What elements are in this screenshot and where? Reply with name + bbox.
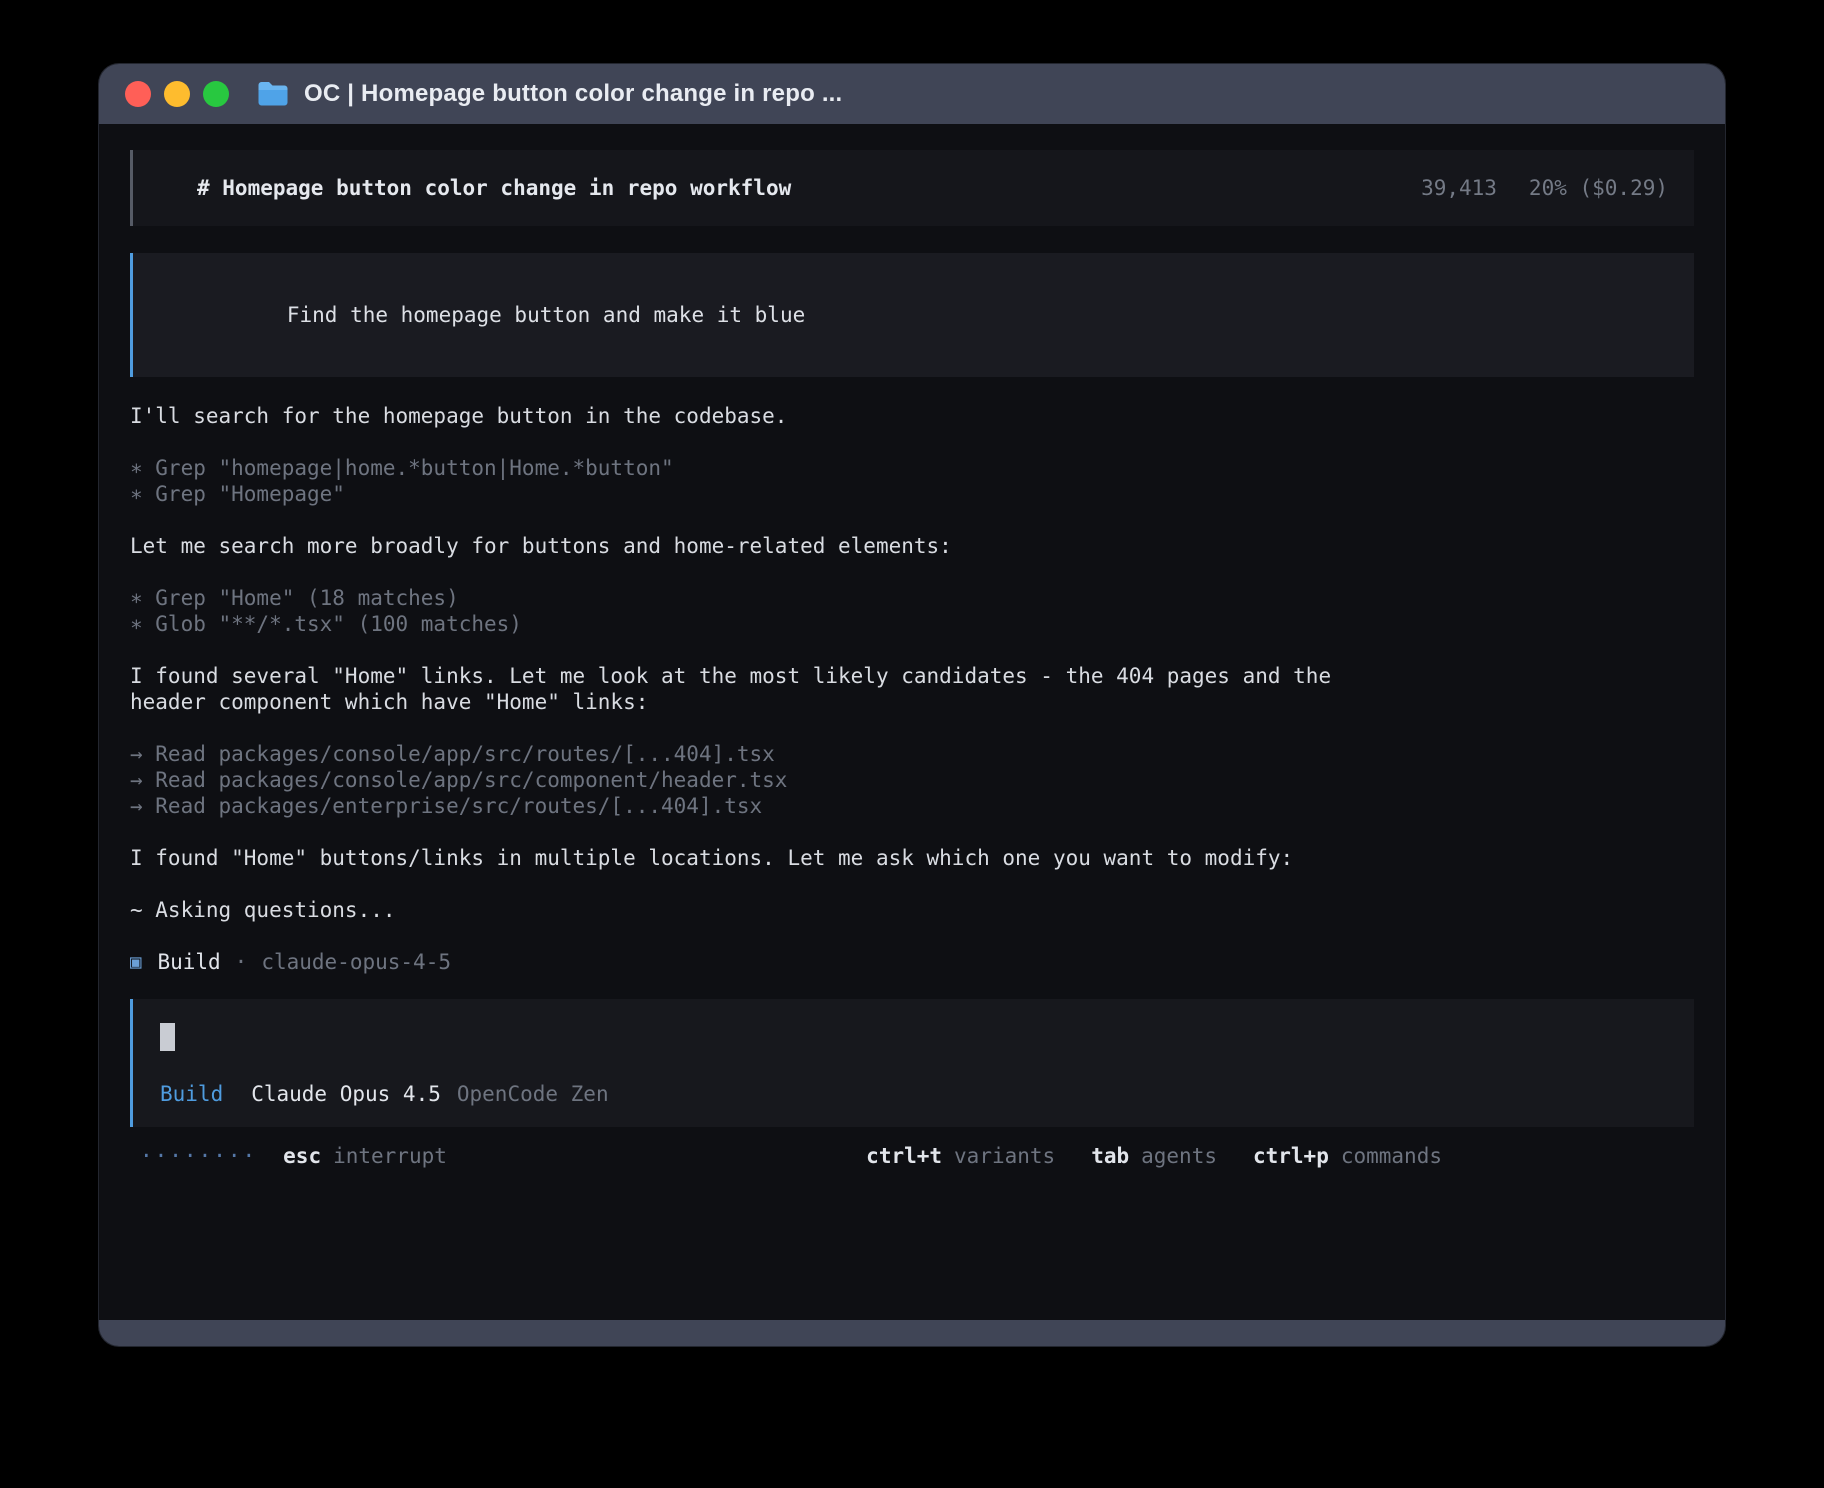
assistant-message: I'll search for the homepage button in t… bbox=[130, 403, 1694, 429]
esc-key-hint: esc bbox=[283, 1143, 321, 1169]
agent-name: Build bbox=[157, 949, 220, 975]
titlebar[interactable]: OC | Homepage button color change in rep… bbox=[99, 64, 1725, 124]
assistant-message: Let me search more broadly for buttons a… bbox=[130, 533, 1694, 559]
window-bottom-chrome bbox=[99, 1320, 1725, 1346]
session-stats: 39,413 20% ($0.29) bbox=[1421, 175, 1668, 201]
shortcut-commands: ctrl+p commands bbox=[1253, 1143, 1442, 1169]
text-cursor bbox=[160, 1023, 175, 1051]
zoom-button[interactable] bbox=[203, 81, 229, 107]
input-meta-row: Build Claude Opus 4.5 OpenCode Zen bbox=[160, 1081, 1668, 1107]
agent-status-line: ▣ Build · claude-opus-4-5 bbox=[130, 949, 1694, 975]
agent-square-icon: ▣ bbox=[130, 949, 141, 975]
context-usage: 20% ($0.29) bbox=[1529, 175, 1668, 201]
minimize-button[interactable] bbox=[164, 81, 190, 107]
assistant-status: ~ Asking questions... bbox=[130, 897, 1694, 923]
tool-call-line: ∗ Grep "Home" (18 matches) bbox=[130, 585, 1694, 611]
provider-name: OpenCode Zen bbox=[457, 1081, 609, 1107]
session-header: # Homepage button color change in repo w… bbox=[130, 150, 1694, 226]
folder-icon bbox=[257, 81, 289, 107]
tool-call-line: → Read packages/console/app/src/componen… bbox=[130, 767, 1694, 793]
token-count: 39,413 bbox=[1421, 175, 1497, 201]
terminal-window: OC | Homepage button color change in rep… bbox=[99, 64, 1725, 1346]
tool-call-line: ∗ Grep "homepage|home.*button|Home.*butt… bbox=[130, 455, 1694, 481]
tool-call-line: → Read packages/enterprise/src/routes/[.… bbox=[130, 793, 1694, 819]
mode-label: Build bbox=[160, 1081, 223, 1107]
user-message: Find the homepage button and make it blu… bbox=[130, 253, 1694, 377]
user-message-text: Find the homepage button and make it blu… bbox=[287, 303, 805, 327]
model-name: Claude Opus 4.5 bbox=[251, 1081, 441, 1107]
tool-call-group: ∗ Grep "homepage|home.*button|Home.*butt… bbox=[130, 455, 1694, 507]
agent-model: claude-opus-4-5 bbox=[261, 949, 451, 975]
tool-call-line: ∗ Grep "Homepage" bbox=[130, 481, 1694, 507]
close-button[interactable] bbox=[125, 81, 151, 107]
shortcut-agents: tab agents bbox=[1091, 1143, 1217, 1169]
traffic-lights bbox=[125, 81, 229, 107]
window-title: OC | Homepage button color change in rep… bbox=[304, 80, 842, 108]
esc-key-label: interrupt bbox=[333, 1143, 447, 1169]
prompt-input[interactable]: Build Claude Opus 4.5 OpenCode Zen bbox=[130, 999, 1694, 1127]
tool-call-group: → Read packages/console/app/src/routes/[… bbox=[130, 741, 1694, 819]
session-title: # Homepage button color change in repo w… bbox=[197, 175, 791, 201]
tool-call-group: ∗ Grep "Home" (18 matches) ∗ Glob "**/*.… bbox=[130, 585, 1694, 637]
shortcut-variants: ctrl+t variants bbox=[866, 1143, 1055, 1169]
status-bar: ········ esc interrupt ctrl+t variants t… bbox=[130, 1143, 1694, 1169]
tool-call-line: ∗ Glob "**/*.tsx" (100 matches) bbox=[130, 611, 1694, 637]
shortcut-hints: ctrl+t variants tab agents ctrl+p comman… bbox=[866, 1143, 1442, 1169]
assistant-message: I found several "Home" links. Let me loo… bbox=[130, 663, 1375, 715]
terminal-content: # Homepage button color change in repo w… bbox=[99, 124, 1725, 1320]
spinner-dots: ········ bbox=[140, 1143, 257, 1169]
tool-call-line: → Read packages/console/app/src/routes/[… bbox=[130, 741, 1694, 767]
assistant-message: I found "Home" buttons/links in multiple… bbox=[130, 845, 1694, 871]
agent-separator: · bbox=[235, 949, 248, 975]
